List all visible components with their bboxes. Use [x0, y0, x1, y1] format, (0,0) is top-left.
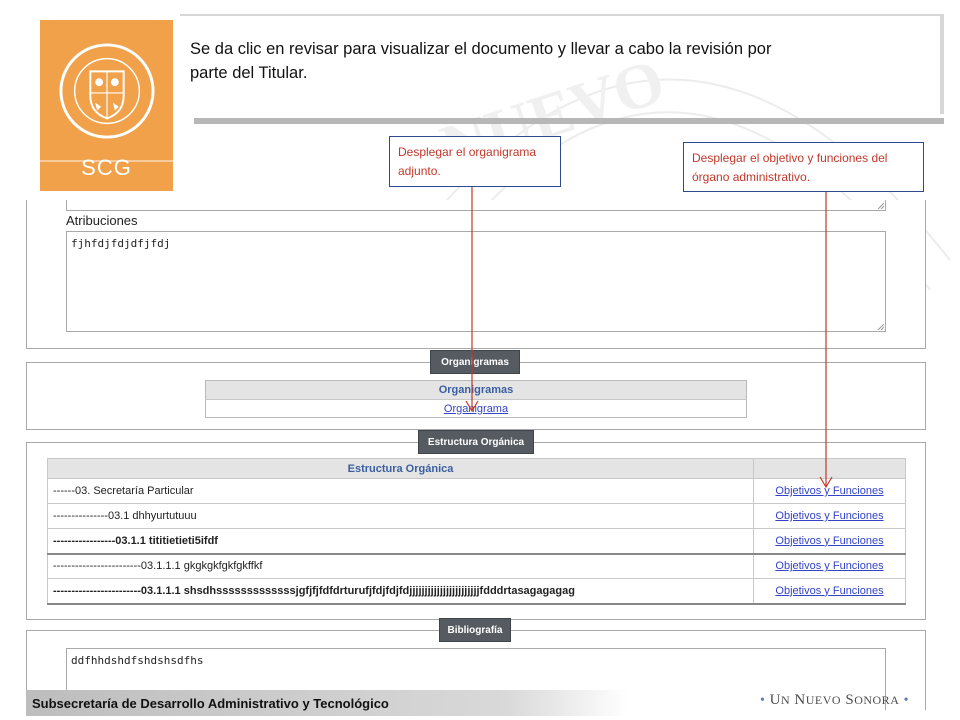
unit-name: ------------------------03.1.1.1 shsdhss…	[47, 578, 754, 605]
tab-bibliografia[interactable]: Bibliografía	[439, 618, 511, 642]
estructura-header: Estructura Orgánica	[47, 458, 754, 479]
organigramas-table: Organigramas Organigrama	[205, 380, 747, 418]
estructura-panel: Estructura Orgánica ------03. Secretaría…	[26, 442, 926, 620]
atribuciones-label: Atribuciones	[66, 213, 138, 228]
organigramas-header: Organigramas	[205, 380, 747, 400]
bibliografia-value: ddfhhdshdfshdshsdfhs	[71, 654, 204, 667]
logo-text: SCG	[81, 155, 132, 180]
table-row: ------------------------03.1.1.1 gkgkgkf…	[47, 553, 906, 579]
estructura-table: Estructura Orgánica ------03. Secretaría…	[47, 458, 906, 605]
right-border-line	[940, 14, 944, 114]
objetivos-funciones-link[interactable]: Objetivos y Funciones	[775, 485, 883, 497]
footer-subsecretaria: Subsecretaría de Desarrollo Administrati…	[32, 696, 389, 711]
tab-estructura-organica[interactable]: Estructura Orgánica	[418, 430, 534, 454]
objetivos-funciones-link[interactable]: Objetivos y Funciones	[775, 535, 883, 547]
tab-organigramas[interactable]: Organigramas	[430, 350, 520, 374]
objetivos-funciones-link[interactable]: Objetivos y Funciones	[775, 585, 883, 597]
unit-name: ------03. Secretaría Particular	[47, 478, 754, 504]
table-row: ---------------03.1 dhhyurtutuuu Objetiv…	[47, 503, 906, 529]
footer: Subsecretaría de Desarrollo Administrati…	[0, 690, 960, 720]
form-panel-top: Atribuciones fjhfdjfdjdfjfdj	[26, 200, 926, 349]
callout-objetivo-funciones: Desplegar el objetivo y funciones del ór…	[683, 142, 924, 192]
scg-logo: SCG	[40, 20, 173, 191]
footer-brand-logo: • UN NUEVO SONORA •	[760, 692, 910, 708]
unit-name: -----------------03.1.1 tititietieti5ifd…	[47, 528, 754, 555]
table-row: ------03. Secretaría Particular Objetivo…	[47, 478, 906, 504]
unit-name: ---------------03.1 dhhyurtutuuu	[47, 503, 754, 529]
bullet-icon: •	[903, 693, 910, 708]
table-row: ------------------------03.1.1.1 shsdhss…	[47, 578, 906, 605]
gray-divider	[194, 118, 944, 124]
organigrama-link[interactable]: Organigrama	[444, 403, 508, 415]
previous-textarea[interactable]	[66, 200, 886, 211]
objetivos-funciones-link[interactable]: Objetivos y Funciones	[775, 510, 883, 522]
objetivos-funciones-link[interactable]: Objetivos y Funciones	[775, 560, 883, 572]
table-row: -----------------03.1.1 tititietieti5ifd…	[47, 528, 906, 555]
atribuciones-textarea[interactable]: fjhfdjfdjdfjfdj	[66, 231, 886, 332]
resize-grip-icon[interactable]	[877, 323, 884, 330]
table-row: Organigrama	[206, 400, 747, 418]
atribuciones-value: fjhfdjfdjdfjfdj	[71, 237, 171, 250]
resize-grip-icon[interactable]	[877, 202, 884, 209]
callout-organigrama: Desplegar el organigrama adjunto.	[389, 136, 561, 187]
top-border-line	[180, 14, 944, 16]
bullet-icon: •	[760, 693, 766, 708]
sonora-seal-icon	[59, 43, 155, 139]
links-header	[753, 458, 906, 479]
instruction-text: Se da clic en revisar para visualizar el…	[190, 40, 772, 82]
unit-name: ------------------------03.1.1.1 gkgkgkf…	[47, 553, 754, 579]
